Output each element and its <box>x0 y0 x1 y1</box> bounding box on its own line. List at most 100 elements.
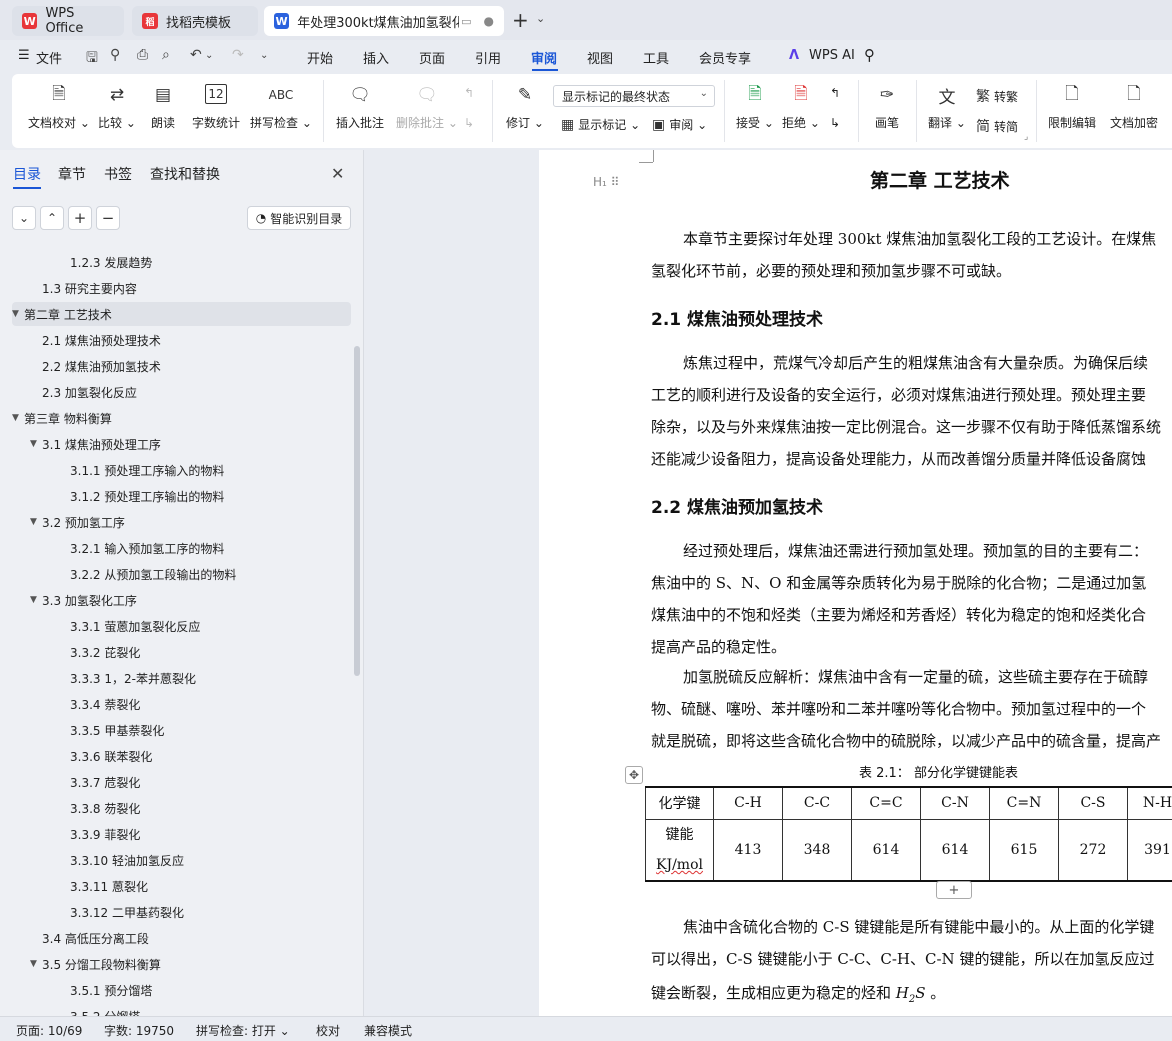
hamburger-icon[interactable]: ☰ <box>18 48 30 63</box>
table-cell[interactable]: 391 <box>1127 818 1172 882</box>
toc-item[interactable]: ▼ 3.2 预加氢工序 <box>12 510 351 534</box>
toc-item[interactable]: 3.3.11 蒽裂化 <box>12 874 351 898</box>
save-icon[interactable]: 🖫 <box>86 47 98 71</box>
tab-docer-templates[interactable]: 稻 找稻壳模板 <box>132 6 258 36</box>
new-tab-plus-icon[interactable]: + <box>512 8 529 32</box>
toc-item[interactable]: 3.3.1 萤蒽加氢裂化反应 <box>12 614 351 638</box>
tab-sections[interactable]: 章节 <box>58 164 86 184</box>
remove-heading-button[interactable]: − <box>96 206 120 230</box>
toc-item[interactable]: 1.2.3 发展趋势 <box>12 250 351 274</box>
status-page[interactable]: 页面: 10/69 <box>16 1022 82 1039</box>
add-heading-button[interactable]: + <box>68 206 92 230</box>
toc-item[interactable]: 3.2.2 从预加氢工段输出的物料 <box>12 562 351 586</box>
pen-button[interactable]: ✑ 画笔 <box>874 82 900 131</box>
toc-item[interactable]: 3.3.2 芘裂化 <box>12 640 351 664</box>
toc-item[interactable]: 3.3.12 二甲基药裂化 <box>12 900 351 924</box>
menu-review[interactable]: 审阅 <box>531 48 557 67</box>
status-spell-check[interactable]: 拼写检查: 打开 ⌄ <box>196 1022 290 1039</box>
wps-ai-icon[interactable]: ᐱ <box>789 48 799 63</box>
table-cell[interactable]: 614 <box>920 818 990 882</box>
toc-item[interactable]: 3.3.3 1，2-苯并蒽裂化 <box>12 666 351 690</box>
monitor-icon[interactable]: ▭ <box>461 15 471 28</box>
document-page[interactable]: H₁ ⠿ 第二章 工艺技术 本章节主要探讨年处理 300kt 煤焦油加氢裂化工段… <box>539 150 1172 1016</box>
table-cell[interactable]: 413 <box>713 818 783 882</box>
expand-up-button[interactable]: ⌃ <box>40 206 64 230</box>
heading-marker-icon[interactable]: H₁ ⠿ <box>593 175 619 189</box>
review-pane-button[interactable]: ▣ 审阅 ⌄ <box>652 116 707 133</box>
table-cell[interactable]: 键能 KJ/mol <box>645 818 714 882</box>
status-word-count[interactable]: 字数: 19750 <box>104 1022 174 1039</box>
accept-button[interactable]: 🗎 接受 ⌄ <box>736 82 774 131</box>
tab-document[interactable]: W 年处理300kt煤焦油加氢裂化工 ▭ ● <box>264 6 504 36</box>
table-cell[interactable]: 272 <box>1058 818 1128 882</box>
toc-item[interactable]: 3.3.6 联苯裂化 <box>12 744 351 768</box>
menu-reference[interactable]: 引用 <box>475 48 501 67</box>
toc-item[interactable]: 3.3.5 甲基萘裂化 <box>12 718 351 742</box>
toc-item[interactable]: 2.2 煤焦油预加氢技术 <box>12 354 351 378</box>
delete-comment-button[interactable]: 🗨 删除批注 ⌄ <box>396 82 458 131</box>
read-aloud-button[interactable]: ▤ 朗读 <box>150 82 176 131</box>
expand-triangle-icon[interactable]: ▼ <box>12 413 24 423</box>
table-cell[interactable]: C-H <box>713 786 783 820</box>
toc-item[interactable]: 3.3.10 轻油加氢反应 <box>12 848 351 872</box>
spell-check-button[interactable]: ABC 拼写检查 ⌄ <box>250 82 312 131</box>
toc-item[interactable]: ▼ 3.3 加氢裂化工序 <box>12 588 351 612</box>
table-cell[interactable]: C=C <box>851 786 921 820</box>
menu-view[interactable]: 视图 <box>587 48 613 67</box>
undo-icon[interactable]: ↶ <box>190 47 202 63</box>
tab-bookmarks[interactable]: 书签 <box>104 164 132 184</box>
toc-item[interactable]: ▼ 3.5 分馏工段物料衡算 <box>12 952 351 976</box>
toc-item[interactable]: 3.5.2 分馏塔 <box>12 1004 351 1017</box>
expand-triangle-icon[interactable]: ▼ <box>12 309 24 319</box>
toc-item[interactable]: 3.3.7 苊裂化 <box>12 770 351 794</box>
show-markup-button[interactable]: ▦ 显示标记 ⌄ <box>561 116 640 133</box>
toc-item[interactable]: 3.1.1 预处理工序输入的物料 <box>12 458 351 482</box>
smart-toc-button[interactable]: ◔ 智能识别目录 <box>247 206 351 230</box>
next-change-icon[interactable]: ↳ <box>830 116 840 130</box>
toc-item[interactable]: ▼ 第二章 工艺技术 <box>12 302 351 326</box>
to-traditional-button[interactable]: 繁 转繁 <box>976 86 1018 106</box>
share-icon[interactable]: ⚲ <box>110 47 120 63</box>
toc-item[interactable]: 3.3.8 芴裂化 <box>12 796 351 820</box>
menu-file[interactable]: 文件 <box>36 48 62 67</box>
quick-access-chevron-icon[interactable]: ⌄ <box>260 50 268 61</box>
translate-button[interactable]: 文 翻译 ⌄ <box>928 82 966 131</box>
doc-check-button[interactable]: 🗎 文档校对 ⌄ <box>28 82 90 131</box>
toc-item[interactable]: 3.1.2 预处理工序输出的物料 <box>12 484 351 508</box>
table-cell[interactable]: 化学键 <box>645 786 714 820</box>
expand-triangle-icon[interactable]: ▼ <box>30 517 42 527</box>
toc-item[interactable]: 3.3.4 萘裂化 <box>12 692 351 716</box>
table-cell[interactable]: C-C <box>782 786 852 820</box>
to-simplified-button[interactable]: 简 转简 <box>976 116 1018 136</box>
toc-item[interactable]: 3.5.1 预分馏塔 <box>12 978 351 1002</box>
tab-wps-office[interactable]: W WPS Office <box>12 6 124 36</box>
table-cell[interactable]: 614 <box>851 818 921 882</box>
reject-button[interactable]: 🗎 拒绝 ⌄ <box>782 82 820 131</box>
next-comment-icon[interactable]: ↳ <box>464 116 474 130</box>
tab-toc[interactable]: 目录 <box>13 164 41 184</box>
status-proof[interactable]: 校对 <box>316 1022 340 1039</box>
restrict-edit-button[interactable]: 🗋 限制编辑 <box>1048 82 1096 131</box>
close-icon[interactable]: ✕ <box>331 164 344 183</box>
print-icon[interactable]: ⎙ <box>137 47 148 63</box>
toc-item[interactable]: 3.3.9 菲裂化 <box>12 822 351 846</box>
toc-item[interactable]: 3.4 高低压分离工段 <box>12 926 351 950</box>
dialog-launcher-icon[interactable]: ⌟ <box>1024 132 1028 142</box>
table-cell[interactable]: 348 <box>782 818 852 882</box>
collapse-down-button[interactable]: ⌄ <box>12 206 36 230</box>
toc-item[interactable]: 1.3 研究主要内容 <box>12 276 351 300</box>
sidebar-scrollbar[interactable] <box>354 346 360 676</box>
table-cell[interactable]: C-N <box>920 786 990 820</box>
menu-page[interactable]: 页面 <box>419 48 445 67</box>
table-cell[interactable]: 615 <box>989 818 1059 882</box>
revise-button[interactable]: ✎ 修订 ⌄ <box>506 82 544 131</box>
word-count-button[interactable]: 12 字数统计 <box>192 82 240 131</box>
doc-encrypt-button[interactable]: 🗋 文档加密 <box>1110 82 1158 131</box>
menu-member[interactable]: 会员专享 <box>699 48 751 67</box>
tab-find-replace[interactable]: 查找和替换 <box>150 164 220 184</box>
search-icon[interactable]: ⚲ <box>864 46 875 64</box>
toc-item[interactable]: ▼ 3.1 煤焦油预处理工序 <box>12 432 351 456</box>
table-cell[interactable]: C-S <box>1058 786 1128 820</box>
table-cell[interactable]: N-H <box>1127 786 1172 820</box>
table-move-handle-icon[interactable]: ✥ <box>625 766 643 784</box>
